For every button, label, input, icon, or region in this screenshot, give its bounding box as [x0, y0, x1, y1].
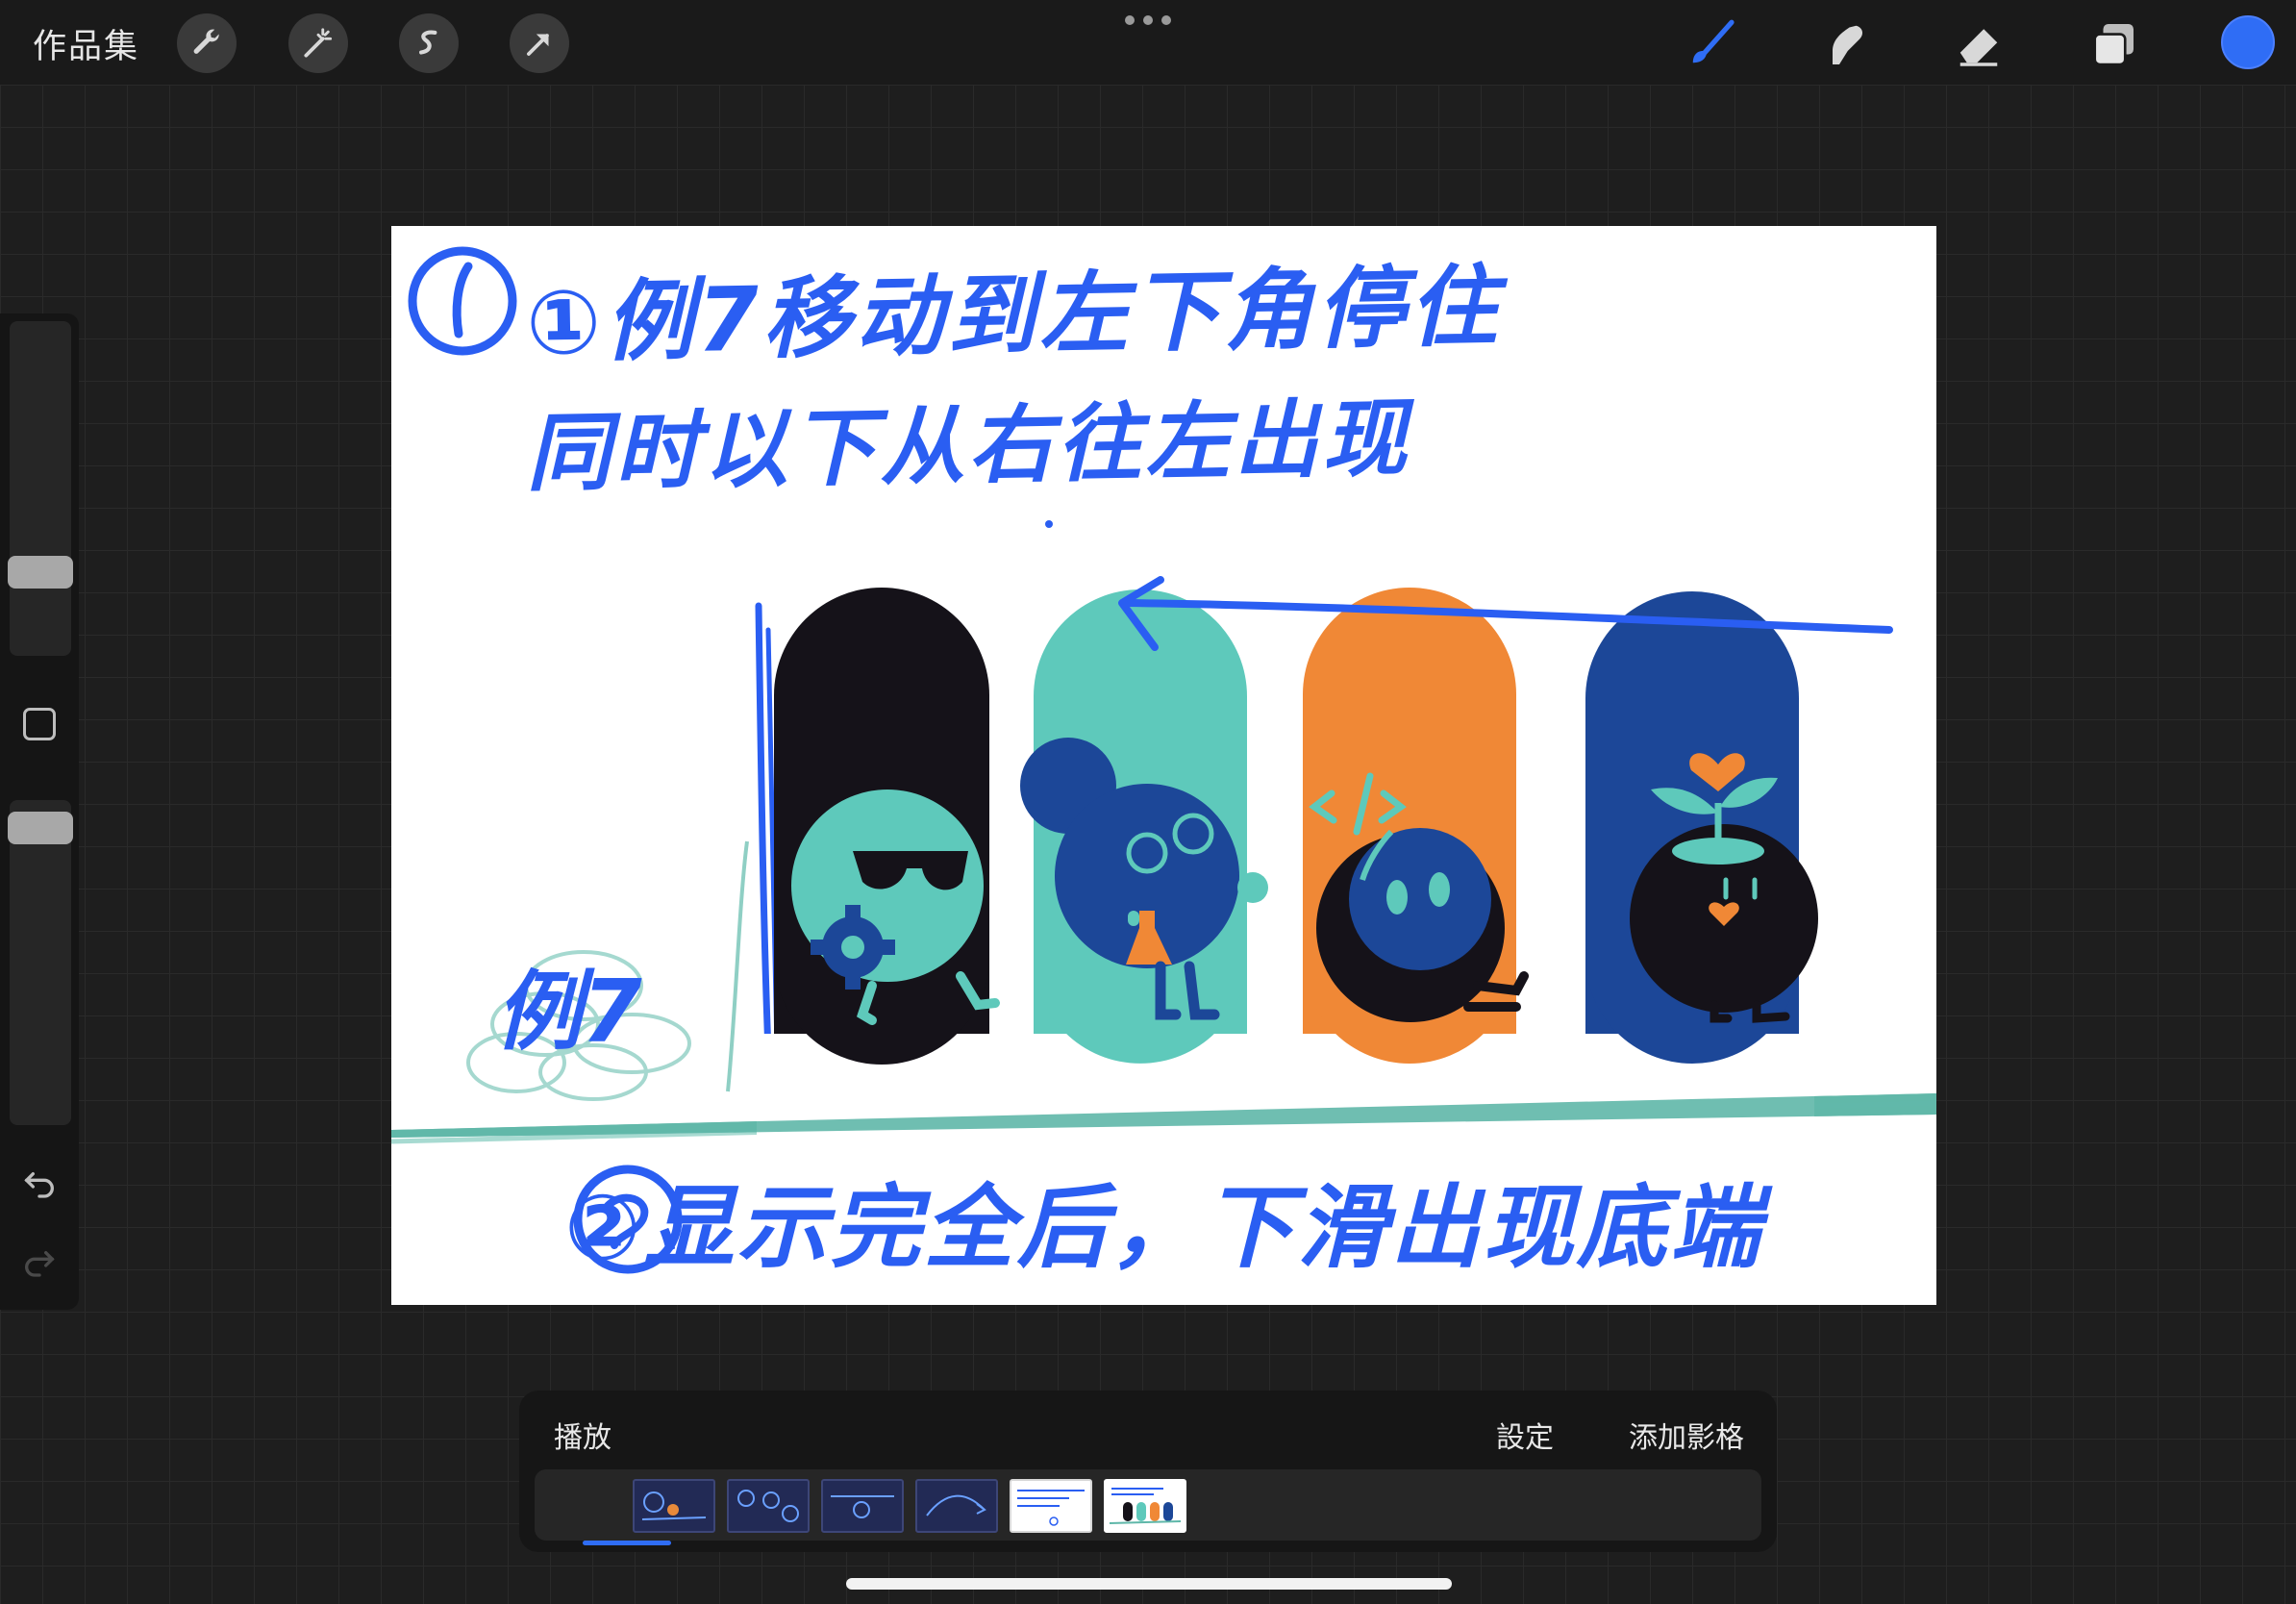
opacity-thumb[interactable] — [8, 812, 73, 844]
selection-icon[interactable] — [399, 13, 459, 73]
add-frame-button[interactable]: 添加影格 — [1629, 1414, 1744, 1456]
frame-thumbnail[interactable] — [727, 1479, 810, 1533]
drawing-canvas[interactable]: ①例7移动到左下角停住 同时以下从右往左出现 ②显示完全后，下滑出现底端 例7 — [391, 226, 1936, 1305]
opacity-slider[interactable] — [8, 800, 73, 1125]
transform-arrow-icon[interactable] — [510, 13, 569, 73]
layers-icon[interactable] — [2083, 13, 2144, 75]
redo-icon[interactable] — [17, 1239, 62, 1283]
frame-thumbnail[interactable] — [821, 1479, 904, 1533]
gallery-button[interactable]: 作品集 — [33, 19, 139, 68]
brush-icon[interactable] — [1681, 13, 1742, 75]
modify-button[interactable] — [23, 708, 56, 740]
left-sidebar — [0, 313, 79, 1310]
circled-number-1 — [408, 246, 517, 356]
undo-icon[interactable] — [17, 1160, 62, 1204]
brush-size-slider[interactable] — [8, 321, 73, 656]
top-toolbar: 作品集 — [0, 0, 2296, 85]
note-line-2: 同时以下从右往左出现 — [525, 388, 1411, 504]
note-bottom: ②显示完全后，下滑出现底端 — [564, 1176, 1763, 1281]
wrench-icon[interactable] — [177, 13, 237, 73]
frame-thumbnail[interactable] — [1010, 1479, 1092, 1533]
more-options-icon[interactable] — [1125, 15, 1171, 29]
selected-frame-indicator — [583, 1541, 671, 1545]
home-indicator — [846, 1578, 1452, 1590]
frame-thumbnail[interactable] — [915, 1479, 998, 1533]
color-picker-button[interactable] — [2221, 15, 2275, 69]
frame-thumbnail-selected[interactable] — [1104, 1479, 1186, 1533]
animation-assist-panel: 播放 設定 添加影格 — [519, 1391, 1777, 1552]
note-line-1: ①例7移动到左下角停住 — [525, 255, 1502, 375]
brush-size-thumb[interactable] — [8, 556, 73, 589]
magic-wand-icon[interactable] — [288, 13, 348, 73]
note-label: 例7 — [495, 962, 642, 1063]
smudge-icon[interactable] — [1815, 13, 1877, 75]
settings-button[interactable]: 設定 — [1496, 1414, 1554, 1456]
play-button[interactable]: 播放 — [554, 1414, 611, 1456]
frames-timeline[interactable] — [535, 1469, 1761, 1541]
eraser-icon[interactable] — [1948, 13, 2009, 75]
frame-thumbnail[interactable] — [633, 1479, 715, 1533]
